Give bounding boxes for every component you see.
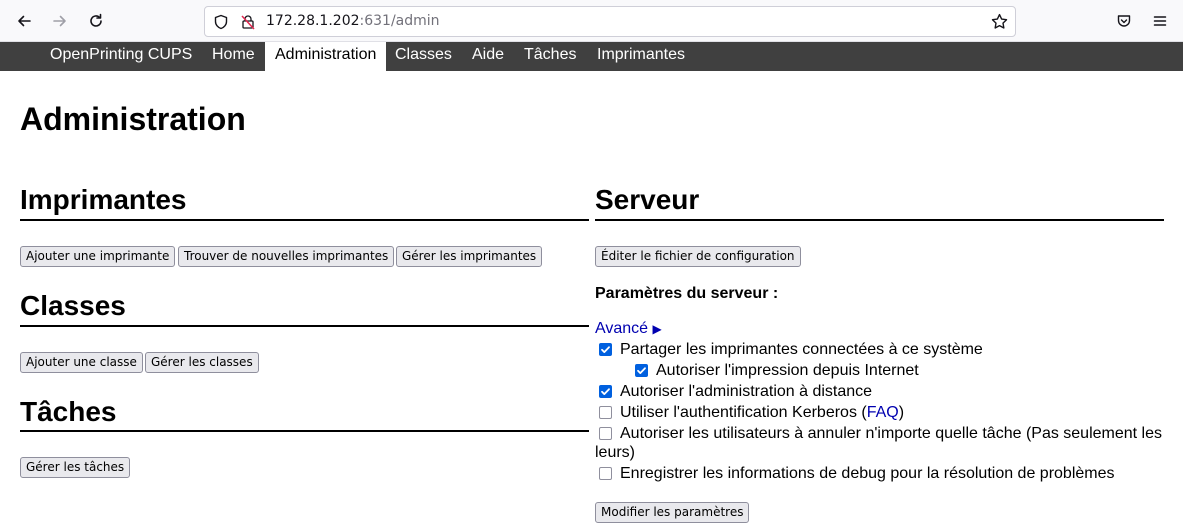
nav-home-brand[interactable]: OpenPrinting CUPS xyxy=(40,42,202,71)
cancel-any-job-label-cont: leurs) xyxy=(595,444,636,461)
url-bar[interactable]: 172.28.1.202:631/admin xyxy=(204,6,1016,37)
url-path: :631/admin xyxy=(359,13,440,29)
change-settings-button[interactable]: Modifier les paramètres xyxy=(595,502,750,523)
remote-admin-checkbox[interactable] xyxy=(599,385,612,398)
nav-aide[interactable]: Aide xyxy=(462,42,514,71)
browser-toolbar: 172.28.1.202:631/admin xyxy=(0,0,1183,42)
manage-jobs-button[interactable]: Gérer les tâches xyxy=(20,457,131,478)
cancel-any-job-checkbox[interactable] xyxy=(599,427,612,440)
find-printers-button[interactable]: Trouver de nouvelles imprimantes xyxy=(178,246,395,267)
nav-classes[interactable]: Classes xyxy=(385,42,462,71)
kerberos-label-suffix: ) xyxy=(898,404,905,421)
manage-printers-button[interactable]: Gérer les imprimantes xyxy=(396,246,543,267)
add-printer-button[interactable]: Ajouter une imprimante xyxy=(20,246,176,267)
section-divider xyxy=(595,219,1164,221)
edit-config-button[interactable]: Éditer le fichier de configuration xyxy=(595,246,801,267)
nav-imprimantes[interactable]: Imprimantes xyxy=(587,42,695,71)
triangle-right-icon: ▶ xyxy=(652,322,662,336)
section-divider xyxy=(20,219,589,221)
kerberos-label-text: Utiliser l'authentification Kerberos ( xyxy=(620,404,867,421)
manage-classes-button[interactable]: Gérer les classes xyxy=(145,352,259,373)
nav-administration[interactable]: Administration xyxy=(265,42,387,71)
debug-logging-label: Enregistrer les informations de debug po… xyxy=(620,465,1115,482)
url-host: 172.28.1.202 xyxy=(266,13,360,29)
nav-taches[interactable]: Tâches xyxy=(514,42,586,71)
advanced-toggle[interactable]: Avancé ▶ xyxy=(595,320,662,338)
page-title: Administration xyxy=(20,101,246,137)
insecure-lock-icon[interactable] xyxy=(240,14,256,34)
section-divider xyxy=(20,430,589,432)
star-icon[interactable] xyxy=(991,13,1008,34)
advanced-link[interactable]: Avancé xyxy=(595,320,648,337)
kerberos-label: Utiliser l'authentification Kerberos (FA… xyxy=(620,403,904,422)
allow-internet-printing-checkbox[interactable] xyxy=(635,364,648,377)
share-printers-label: Partager les imprimantes connectées à ce… xyxy=(620,341,983,358)
allow-internet-printing-label: Autoriser l'impression depuis Internet xyxy=(656,362,919,379)
share-printers-checkbox[interactable] xyxy=(599,343,612,356)
server-settings-label: Paramètres du serveur : xyxy=(595,285,779,302)
kerberos-checkbox[interactable] xyxy=(599,406,612,419)
section-divider xyxy=(20,325,589,327)
back-icon[interactable] xyxy=(12,9,36,33)
nav-home[interactable]: Home xyxy=(202,42,265,71)
section-title-printers: Imprimantes xyxy=(20,184,187,215)
faq-link[interactable]: FAQ xyxy=(867,404,899,421)
url-text[interactable]: 172.28.1.202:631/admin xyxy=(266,13,440,29)
forward-icon[interactable] xyxy=(48,9,72,33)
reload-icon[interactable] xyxy=(84,9,108,33)
section-title-classes: Classes xyxy=(20,290,126,321)
shield-icon[interactable] xyxy=(213,14,229,34)
remote-admin-label: Autoriser l'administration à distance xyxy=(620,383,873,400)
add-class-button[interactable]: Ajouter une classe xyxy=(20,352,143,373)
section-title-server: Serveur xyxy=(595,184,700,215)
debug-logging-checkbox[interactable] xyxy=(599,467,612,480)
cancel-any-job-label: Autoriser les utilisateurs à annuler n'i… xyxy=(620,425,1162,442)
pocket-icon[interactable] xyxy=(1112,9,1136,33)
cups-nav: OpenPrinting CUPS Home Administration Cl… xyxy=(0,42,1183,71)
menu-icon[interactable] xyxy=(1148,9,1172,33)
section-title-jobs: Tâches xyxy=(20,396,117,427)
